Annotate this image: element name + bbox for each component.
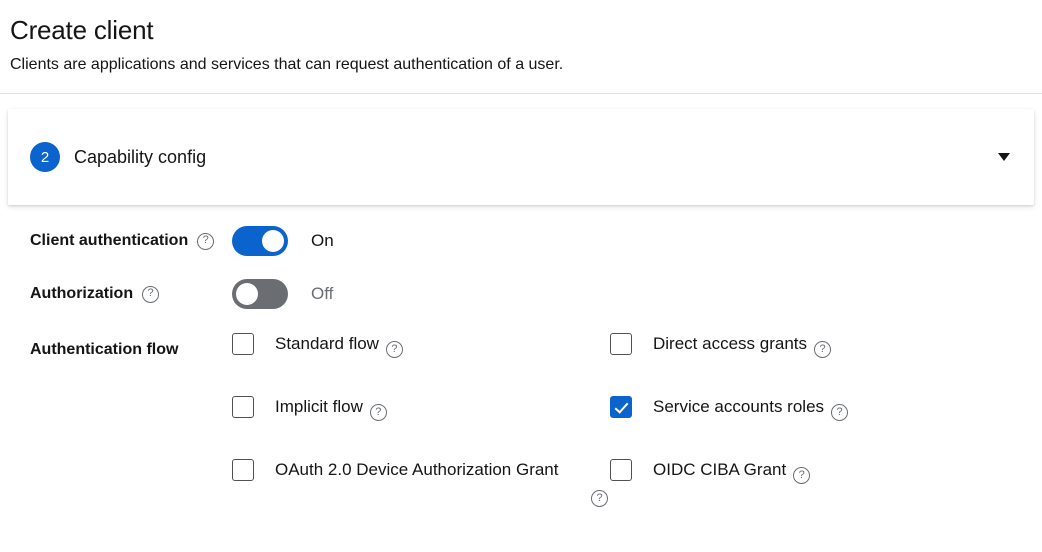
checkbox-oidc-ciba-grant[interactable]	[610, 459, 632, 481]
authentication-flow-checkbox-grid: Standard flow? Direct access grants? Imp…	[232, 332, 1032, 507]
capability-config-card: 2 Capability config	[8, 109, 1034, 205]
help-glyph: ?	[202, 234, 209, 246]
help-circle-icon[interactable]: ?	[831, 404, 849, 421]
page-header: Create client Clients are applications a…	[0, 0, 1042, 76]
checkbox-oauth-device-authorization-grant[interactable]	[232, 459, 254, 481]
chevron-down-icon[interactable]	[998, 153, 1010, 161]
checkbox-item-standard-flow: Standard flow?	[232, 332, 610, 358]
checkbox-label-oauth-device-authorization-grant[interactable]: OAuth 2.0 Device Authorization Grant	[275, 460, 559, 479]
client-authentication-state-text: On	[311, 231, 334, 250]
authorization-toggle[interactable]	[232, 279, 288, 309]
help-circle-icon[interactable]: ?	[369, 404, 387, 421]
authentication-flow-label-group: Authentication flow	[10, 332, 232, 361]
help-circle-icon[interactable]: ?	[197, 232, 215, 250]
checkbox-label-implicit-flow[interactable]: Implicit flow	[275, 397, 363, 416]
header-divider	[0, 93, 1042, 94]
checkbox-service-accounts-roles[interactable]	[610, 396, 632, 418]
checkbox-label-oidc-ciba-grant[interactable]: OIDC CIBA Grant	[653, 460, 786, 479]
checkbox-item-direct-access-grants: Direct access grants?	[610, 332, 1032, 358]
authorization-label: Authorization	[30, 285, 134, 302]
checkbox-item-service-accounts-roles: Service accounts roles?	[610, 395, 1032, 421]
client-authentication-label-group: Client authentication ?	[10, 226, 232, 252]
toggle-knob	[262, 230, 284, 252]
help-glyph: ?	[391, 342, 398, 355]
help-glyph: ?	[596, 491, 603, 504]
help-glyph: ?	[819, 342, 826, 355]
page-title: Create client	[10, 15, 154, 45]
help-glyph: ?	[836, 405, 843, 418]
capability-config-form: Client authentication ? On Authorization…	[0, 226, 1042, 507]
help-circle-icon[interactable]: ?	[814, 341, 831, 358]
checkbox-item-oidc-ciba-grant: OIDC CIBA Grant?	[610, 458, 1032, 484]
help-circle-icon[interactable]: ?	[793, 467, 811, 484]
authentication-flow-label: Authentication flow	[30, 341, 179, 358]
form-row-authentication-flow: Authentication flow Standard flow? Direc…	[10, 332, 1032, 507]
checkbox-label-wrap-oauth-device-authorization-grant: OAuth 2.0 Device Authorization Grant	[275, 458, 559, 482]
checkbox-standard-flow[interactable]	[232, 333, 254, 355]
checkbox-direct-access-grants[interactable]	[610, 333, 632, 355]
checkbox-item-implicit-flow: Implicit flow?	[232, 395, 610, 421]
client-authentication-control: On	[232, 226, 1032, 256]
page-subtitle: Clients are applications and services th…	[10, 56, 564, 73]
help-circle-icon[interactable]: ?	[591, 490, 608, 507]
toggle-knob	[236, 283, 258, 305]
checkbox-label-wrap-implicit-flow: Implicit flow?	[275, 395, 387, 421]
step-number-badge: 2	[30, 142, 60, 172]
help-circle-icon[interactable]: ?	[385, 341, 403, 358]
help-glyph: ?	[147, 287, 154, 299]
section-title: Capability config	[74, 146, 207, 167]
checkbox-implicit-flow[interactable]	[232, 396, 254, 418]
client-authentication-toggle[interactable]	[232, 226, 288, 256]
checkbox-label-wrap-service-accounts-roles: Service accounts roles?	[653, 395, 849, 421]
authorization-label-group: Authorization ?	[10, 279, 232, 305]
help-glyph: ?	[798, 468, 805, 481]
authorization-control: Off	[232, 279, 1032, 309]
form-row-authorization: Authorization ? Off	[10, 279, 1032, 309]
checkbox-label-standard-flow[interactable]: Standard flow	[275, 334, 379, 353]
help-glyph: ?	[375, 405, 382, 418]
checkbox-label-wrap-standard-flow: Standard flow?	[275, 332, 403, 358]
client-authentication-label: Client authentication	[30, 232, 189, 249]
authorization-state-text: Off	[311, 284, 334, 303]
checkbox-item-oauth-device-authorization-grant: OAuth 2.0 Device Authorization Grant ?	[232, 458, 610, 507]
checkbox-label-service-accounts-roles[interactable]: Service accounts roles	[653, 397, 824, 416]
capability-config-section-toggle[interactable]: 2 Capability config	[8, 109, 1034, 205]
checkbox-label-wrap-direct-access-grants: Direct access grants?	[653, 332, 831, 358]
client-authentication-switch-wrap: On	[232, 226, 1032, 256]
authentication-flow-control: Standard flow? Direct access grants? Imp…	[232, 332, 1032, 507]
help-circle-icon[interactable]: ?	[142, 285, 160, 303]
form-row-client-authentication: Client authentication ? On	[10, 226, 1032, 256]
checkbox-label-direct-access-grants[interactable]: Direct access grants	[653, 334, 807, 353]
authorization-switch-wrap: Off	[232, 279, 1032, 309]
checkbox-label-wrap-oidc-ciba-grant: OIDC CIBA Grant?	[653, 458, 811, 484]
